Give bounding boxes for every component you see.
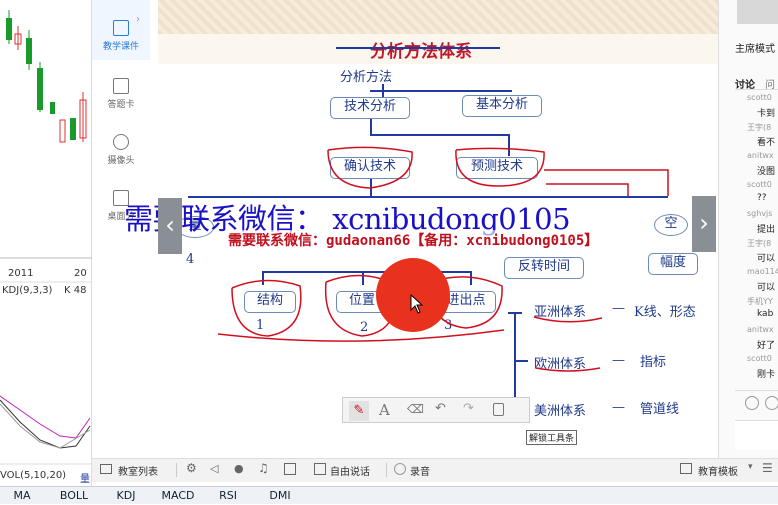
flower-icon[interactable] [765,396,778,410]
chat-input[interactable] [735,420,778,450]
free-talk-button[interactable]: 自由说话 [330,463,370,478]
comment-user: sghvjs [747,209,773,218]
comment-text: 看不 [757,138,776,148]
comment-text: 卡到 [757,109,776,119]
k-value: K 48 [64,285,87,296]
record-button[interactable]: 录音 [410,463,430,478]
emoji-icon[interactable] [745,396,759,410]
indicator-tab-bar: MA BOLL KDJ MACD RSI DMI [0,486,778,504]
comment-user: 王宇(8 [747,123,772,132]
kdj-label: KDJ(9,3,3) [2,285,53,296]
eraser-icon[interactable]: ⌫ [407,402,424,416]
courseware-icon [113,20,129,36]
comment-user: scott0 [747,180,772,189]
host-avatar [737,0,778,24]
mixer-icon[interactable] [284,463,296,475]
comment-text: kab [757,309,774,319]
indicator-tab-macd[interactable]: MACD [154,487,202,505]
prev-slide-button[interactable]: ‹ [158,198,182,254]
chevron-down-icon[interactable]: ▾ [748,462,753,472]
right-sidebar: 主席模式 讨论 问 scott0 卡到 王宇(8 看不 anitwx 没图 sc… [718,0,778,458]
indicator-tab-ma[interactable]: MA [0,487,44,505]
divider [386,463,387,477]
unlock-toolbar-tooltip: 解锁工具条 [526,430,578,445]
comment-user: anitwx [747,325,774,334]
next-slide-button[interactable]: › [692,196,716,252]
chevron-left-icon: ‹ [165,211,175,239]
answer-card-tool[interactable]: 答题卡 [92,78,150,110]
lock-icon[interactable] [493,403,504,416]
indicator-tab-rsi[interactable]: RSI [208,487,248,505]
mic-icon[interactable]: ● [234,462,244,475]
year-label-b: 20 [74,268,87,279]
chevron-right-icon: › [699,209,709,237]
comment-list[interactable]: scott0 卡到 王宇(8 看不 anitwx 没图 scott0 ?? sg… [719,90,778,390]
free-talk-icon [314,463,326,475]
divider [176,463,177,477]
stock-chart-panel[interactable]: 2011 20 KDJ(9,3,3) K 48 VOL(5,10,20) 量 [0,0,92,486]
camera-label: 摄像头 [107,156,135,166]
mouse-cursor-icon [410,294,424,314]
camera-icon [113,134,129,150]
comment-user: 手机YY [747,297,773,306]
grid-icon[interactable]: ☰ [762,461,773,475]
camera-tool[interactable]: 摄像头 [92,134,150,166]
comment-user: mao114 [747,267,778,276]
watermark-banner: 需要联系微信：gudaonan66【备用：xcnibudong0105】 [228,230,599,250]
list-icon [100,464,112,474]
indicator-tab-boll[interactable]: BOLL [52,487,96,505]
template-icon [680,463,692,474]
speaker-icon[interactable]: ◁ [210,462,218,475]
record-icon [394,463,406,475]
comment-text: 提出 [757,225,776,235]
redo-icon[interactable]: ↷ [463,401,474,416]
comment-text: 可以 [757,254,776,264]
vol-char: 量 [80,474,90,485]
edit-icon [113,78,129,94]
courseware-tool[interactable]: 教学课件 [92,0,150,60]
vol-label: VOL(5,10,20) [0,470,67,481]
text-tool-icon[interactable]: A [379,401,390,419]
comment-user: scott0 [747,354,772,363]
classroom-toolbar: 教室列表 ⚙ ◁ ● ♫ 自由说话 录音 教育模板 ▾ ☰ [92,458,778,482]
comment-user: anitwx [747,151,774,160]
indicator-tab-kdj[interactable]: KDJ [104,487,148,505]
divider [735,390,778,391]
indicator-tab-dmi[interactable]: DMI [258,487,302,505]
music-icon[interactable]: ♫ [258,461,269,475]
host-mode-label: 主席模式 [735,44,775,55]
class-list-button[interactable]: 教室列表 [118,463,158,478]
year-label-a: 2011 [8,268,34,279]
comment-text: 没图 [757,167,776,177]
comment-user: 王宇(8 [747,239,772,248]
courseware-label: 教学课件 [102,42,139,52]
annotation-toolbar: ✎ A ⌫ ↶ ↷ [342,397,530,423]
undo-icon[interactable]: ↶ [435,401,446,416]
pen-icon[interactable]: ✎ [349,401,369,421]
comment-text: ?? [757,193,767,203]
answer-card-label: 答题卡 [107,100,135,110]
comment-text: 好了 [757,341,776,351]
comment-text: 刚卡 [757,370,776,380]
candlestick-chart [0,10,92,465]
comment-user: scott0 [747,93,772,102]
classroom-template-button[interactable]: 教育模板 [698,463,738,478]
chevron-right-icon: › [136,14,140,25]
comment-text: 可以 [757,283,776,293]
gear-icon[interactable]: ⚙ [186,461,197,475]
